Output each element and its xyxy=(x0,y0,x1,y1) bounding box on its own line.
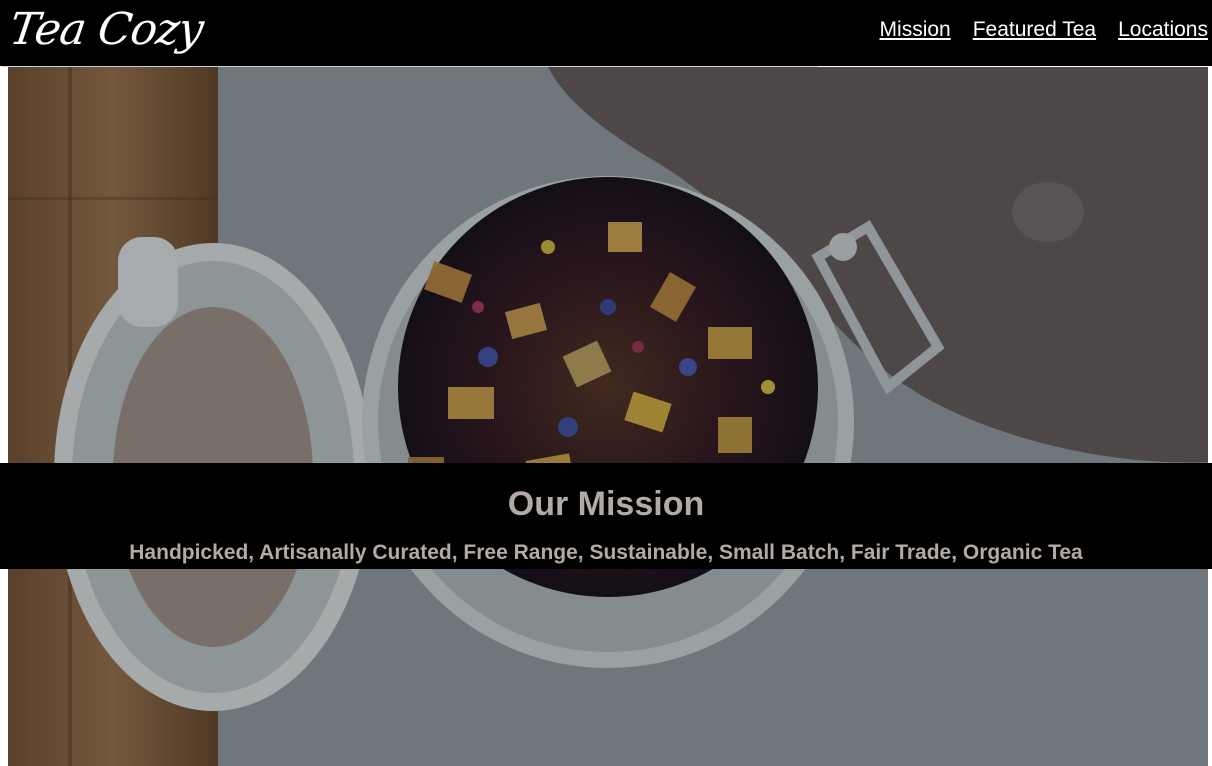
nav-link-locations[interactable]: Locations xyxy=(1118,18,1208,42)
mission-tagline: Handpicked, Artisanally Curated, Free Ra… xyxy=(129,541,1083,564)
header-divider xyxy=(2,66,818,67)
logo[interactable]: Tea Cozy xyxy=(6,2,206,58)
nav-link-featured-tea[interactable]: Featured Tea xyxy=(973,18,1096,42)
nav-link-mission[interactable]: Mission xyxy=(880,18,951,42)
tea-jar-photo-icon xyxy=(8,67,1208,766)
site-header: Tea Cozy Mission Featured Tea Locations xyxy=(0,0,1212,66)
mission-section: Our Mission Handpicked, Artisanally Cura… xyxy=(0,463,1212,569)
main-nav: Mission Featured Tea Locations xyxy=(880,18,1208,42)
hero-image xyxy=(8,67,1208,766)
mission-title: Our Mission xyxy=(507,485,705,523)
